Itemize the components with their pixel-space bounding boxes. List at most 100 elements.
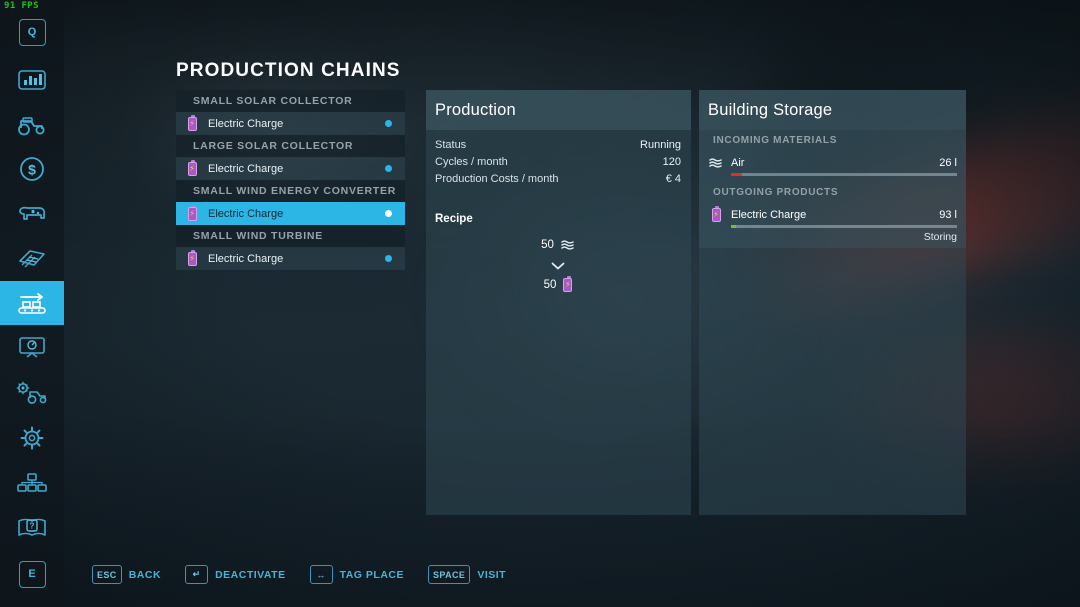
sidebar-item-vehicles[interactable]	[0, 103, 64, 147]
recipe-output-amount: 50	[544, 279, 557, 291]
help-label-tag-place: TAG PLACE	[340, 569, 404, 581]
sidebar-item-quests[interactable]: Q	[0, 10, 64, 54]
storage-section-incoming-header: INCOMING MATERIALS	[699, 130, 966, 151]
sidebar-item-finances[interactable]: $	[0, 147, 64, 191]
production-cycles-value: 120	[663, 156, 681, 168]
storage-item-air-amount: 26 l	[939, 157, 957, 169]
battery-icon: ⚡	[563, 278, 572, 292]
sidebar-item-configuration[interactable]	[0, 371, 64, 415]
sidebar-item-exit[interactable]: E	[0, 552, 64, 596]
chain-row[interactable]: ⚡ Electric Charge	[176, 247, 405, 270]
exit-key-icon: E	[19, 561, 46, 588]
help-item-visit[interactable]: SPACE VISIT	[428, 565, 506, 584]
enter-key-icon: ↵	[185, 565, 208, 584]
fps-counter: 91 FPS	[4, 1, 39, 11]
gear-tractor-icon	[14, 380, 50, 406]
production-chain-list: SMALL SOLAR COLLECTOR ⚡ Electric Charge …	[176, 90, 405, 270]
production-costs-row: Production Costs / month € 4	[435, 173, 681, 190]
battery-icon: ⚡	[184, 252, 200, 266]
chain-row[interactable]: ⚡ Electric Charge	[176, 112, 405, 135]
storage-item-electric-bar-fill	[731, 225, 736, 228]
storage-item-electric-status: Storing	[708, 231, 957, 243]
network-icon	[16, 471, 48, 495]
quests-key-label: Q	[28, 26, 37, 38]
chain-group-header: SMALL SOLAR COLLECTOR	[176, 90, 405, 112]
sidebar: Q $	[0, 0, 64, 607]
recipe-input-amount: 50	[541, 239, 554, 251]
space-key-icon: SPACE	[428, 565, 470, 584]
storage-item-air-bar	[731, 173, 957, 176]
sidebar-item-settings[interactable]	[0, 416, 64, 460]
status-dot	[385, 210, 392, 217]
storage-panel-title: Building Storage	[699, 90, 966, 130]
production-panel-title: Production	[426, 90, 691, 130]
help-label-visit: VISIT	[477, 569, 506, 581]
battery-icon: ⚡	[184, 207, 200, 221]
chain-group-header: SMALL WIND TURBINE	[176, 225, 405, 247]
building-storage-panel: Building Storage INCOMING MATERIALS Air …	[699, 90, 966, 515]
help-label-deactivate: DEACTIVATE	[215, 569, 286, 581]
production-cycles-label: Cycles / month	[435, 156, 508, 168]
help-item-deactivate[interactable]: ↵ DEACTIVATE	[185, 565, 286, 584]
chain-row[interactable]: ⚡ Electric Charge	[176, 157, 405, 180]
storage-item-air[interactable]: Air 26 l	[699, 151, 966, 182]
storage-item-electric-charge[interactable]: ⚡ Electric Charge 93 l Storing	[699, 203, 966, 248]
production-costs-label: Production Costs / month	[435, 173, 559, 185]
conveyor-icon	[14, 289, 50, 317]
recipe-diagram: 50 50 ⚡	[435, 237, 681, 293]
sidebar-item-production-chains[interactable]	[0, 281, 64, 325]
screen-icon	[17, 335, 47, 361]
air-icon	[561, 239, 575, 251]
chain-row-label: Electric Charge	[208, 208, 385, 220]
production-status-value: Running	[640, 139, 681, 151]
help-bar: ESC BACK ↵ DEACTIVATE ↔ TAG PLACE SPACE …	[92, 565, 506, 584]
recipe-input-row: 50	[541, 237, 575, 253]
chain-row-label: Electric Charge	[208, 118, 385, 130]
sidebar-item-multiplayer[interactable]	[0, 461, 64, 505]
svg-text:?: ?	[30, 522, 35, 531]
dollar-icon: $	[18, 155, 46, 183]
chevron-down-icon	[551, 259, 565, 272]
quests-key-icon: Q	[19, 19, 46, 46]
status-dot	[385, 255, 392, 262]
storage-item-electric-amount: 93 l	[939, 209, 957, 221]
help-item-tag-place[interactable]: ↔ TAG PLACE	[310, 565, 404, 584]
battery-icon: ⚡	[184, 117, 200, 131]
production-costs-value: € 4	[666, 173, 681, 185]
page-title: PRODUCTION CHAINS	[176, 60, 401, 82]
status-dot	[385, 120, 392, 127]
battery-icon: ⚡	[708, 208, 724, 222]
chain-row-selected[interactable]: ⚡ Electric Charge	[176, 202, 405, 225]
status-dot	[385, 165, 392, 172]
sidebar-item-radio[interactable]	[0, 326, 64, 370]
storage-item-air-bar-fill	[731, 173, 742, 176]
air-icon	[708, 157, 724, 169]
svg-text:$: $	[28, 162, 36, 178]
storage-item-electric-top: ⚡ Electric Charge 93 l	[708, 208, 957, 222]
chain-row-label: Electric Charge	[208, 253, 385, 265]
chart-icon	[17, 68, 47, 92]
sidebar-item-contracts[interactable]	[0, 237, 64, 281]
battery-icon: ⚡	[184, 162, 200, 176]
storage-section-outgoing-header: OUTGOING PRODUCTS	[699, 182, 966, 203]
sidebar-item-statistics[interactable]	[0, 58, 64, 102]
sidebar-item-animals[interactable]	[0, 192, 64, 236]
chain-group-header: SMALL WIND ENERGY CONVERTER	[176, 180, 405, 202]
arrows-key-icon: ↔	[310, 565, 333, 584]
documents-icon	[16, 247, 48, 271]
production-status-label: Status	[435, 139, 466, 151]
chain-row-label: Electric Charge	[208, 163, 385, 175]
help-item-back[interactable]: ESC BACK	[92, 565, 161, 584]
gear-icon	[18, 424, 46, 452]
chain-group-header: LARGE SOLAR COLLECTOR	[176, 135, 405, 157]
tractor-icon	[15, 113, 49, 137]
esc-key-icon: ESC	[92, 565, 122, 584]
recipe-output-row: 50 ⚡	[544, 277, 573, 293]
sidebar-item-help[interactable]: ?	[0, 506, 64, 550]
help-book-icon: ?	[16, 515, 48, 541]
production-status-row: Status Running	[435, 139, 681, 156]
recipe-heading: Recipe	[435, 213, 681, 225]
storage-item-electric-bar	[731, 225, 957, 228]
production-cycles-row: Cycles / month 120	[435, 156, 681, 173]
storage-item-air-top: Air 26 l	[708, 156, 957, 170]
